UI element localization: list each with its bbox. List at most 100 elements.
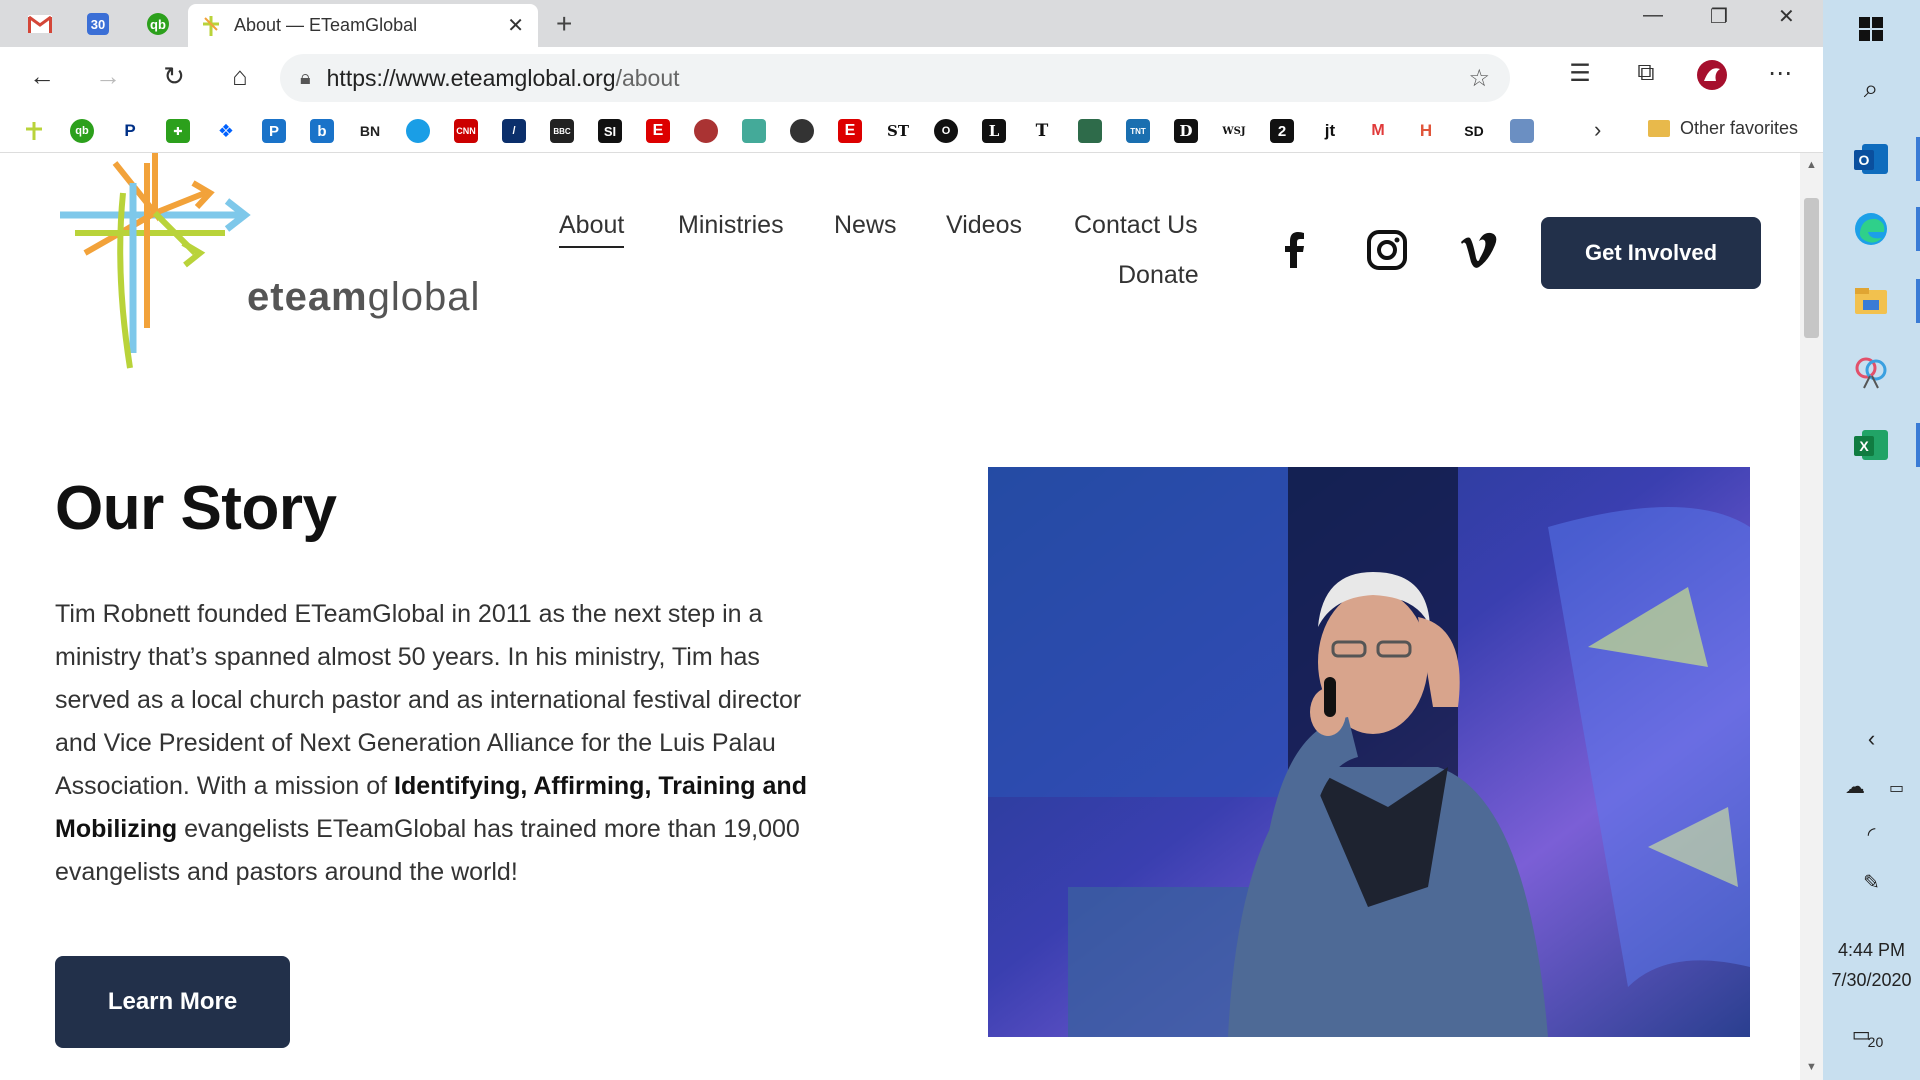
home-button[interactable]: ⌂ [220,61,260,92]
bookmark-b[interactable]: b [310,119,334,143]
show-hidden-icons-chevron-icon[interactable]: ‹ [1823,726,1920,752]
founder-speaking-photo [988,467,1750,1037]
bookmark-red-circle[interactable] [694,119,718,143]
learn-more-button[interactable]: Learn More [55,956,290,1048]
get-involved-button[interactable]: Get Involved [1541,217,1761,289]
svg-text:X: X [1859,438,1869,454]
battery-icon[interactable]: ▭ [1823,778,1920,798]
nav-ministries[interactable]: Ministries [678,211,784,240]
refresh-button[interactable]: ↻ [154,61,194,92]
notification-count: 20 [1867,1034,1884,1050]
settings-more-icon[interactable]: ⋯ [1760,59,1800,88]
start-button[interactable] [1848,6,1894,52]
bookmark-paypal[interactable]: P [118,119,142,143]
bookmark-tnt[interactable]: TNT [1126,119,1150,143]
web-page: eteamglobal About Ministries News Videos… [0,153,1800,1080]
bookmark-nyt[interactable]: T [1030,119,1054,143]
instagram-link[interactable] [1365,228,1409,272]
bookmark-dark-circle[interactable] [790,119,814,143]
edge-app[interactable] [1848,206,1894,252]
bookmark-sd[interactable]: SD [1462,119,1486,143]
scroll-down-arrow-icon[interactable]: ▼ [1806,1061,1817,1073]
other-favorites-folder[interactable]: Other favorites [1648,118,1798,139]
close-tab-icon[interactable]: ✕ [507,13,524,38]
bookmark-2[interactable]: 2 [1270,119,1294,143]
profile-avatar[interactable] [1692,59,1732,98]
clock-date[interactable]: 7/30/2020 [1823,970,1920,991]
add-favorite-star-icon[interactable]: ☆ [1468,64,1490,93]
file-explorer-app[interactable] [1848,278,1894,324]
nav-about[interactable]: About [559,211,625,248]
outlook-icon: O [1854,144,1888,174]
bookmark-d[interactable]: D [1174,119,1198,143]
folder-icon [1648,120,1670,137]
nav-donate[interactable]: Donate [1118,261,1199,290]
clock-time[interactable]: 4:44 PM [1823,940,1920,961]
nav-news[interactable]: News [834,211,897,240]
new-tab-button[interactable]: + [556,8,572,40]
bookmark-jt[interactable]: jt [1318,119,1342,143]
favorites-bar: qb P ✚ ❖ P b BN CNN / BBC SI E E ST O L … [0,109,1823,153]
svg-text:O: O [1859,152,1870,168]
restore-button[interactable]: ❐ [1710,4,1728,29]
bookmark-dropbox[interactable]: ❖ [214,119,238,143]
scrollbar-thumb[interactable] [1804,198,1819,338]
favorites-list-icon[interactable]: ☰ [1560,59,1600,88]
pen-icon[interactable]: ✎ [1823,870,1920,895]
bookmark-p[interactable]: P [262,119,286,143]
bookmark-teal[interactable] [742,119,766,143]
bookmark-l[interactable]: L [982,119,1006,143]
bookmark-green[interactable]: ✚ [166,119,190,143]
back-button[interactable]: ← [22,61,62,92]
facebook-link[interactable] [1273,228,1317,272]
bookmark-usatoday[interactable] [406,119,430,143]
calendar-icon: 30 [87,13,109,35]
snip-app[interactable] [1848,350,1894,396]
wifi-icon[interactable]: ◜ [1823,822,1920,847]
bookmark-quickbooks[interactable]: qb [70,119,94,143]
excel-app[interactable]: X [1848,422,1894,468]
bookmark-cnn[interactable]: CNN [454,119,478,143]
active-tab[interactable]: About — ETeamGlobal ✕ [188,4,538,47]
bookmark-news[interactable]: / [502,119,526,143]
bookmark-st[interactable]: ST [886,119,910,143]
action-center-button[interactable]: ▭ 20 [1823,1022,1920,1050]
gmail-icon [28,15,52,33]
page-title: Our Story [55,474,337,543]
pinned-tab-calendar[interactable]: 30 [76,6,120,42]
page-scrollbar[interactable]: ▲ ▼ [1800,153,1823,1080]
minimize-button[interactable]: — [1643,4,1663,27]
vimeo-link[interactable] [1457,228,1501,272]
cougar-profile-icon [1697,60,1727,90]
forward-button[interactable]: → [88,61,128,92]
tab-bar: 30 qb About — ETeamGlobal ✕ + — ❐ ✕ [0,0,1823,47]
bookmark-bn[interactable]: BN [358,119,382,143]
pinned-tab-gmail[interactable] [18,6,62,42]
address-toolbar: ← → ↻ ⌂ 🔒︎ https://www.eteamglobal.org/a… [0,47,1823,109]
bookmark-h[interactable]: H [1414,119,1438,143]
bookmark-si[interactable]: SI [598,119,622,143]
calendar-day: 30 [90,16,106,32]
site-logo[interactable]: eteamglobal [55,153,479,373]
bookmark-green-2[interactable] [1078,119,1102,143]
outlook-app[interactable]: O [1848,136,1894,182]
search-icon[interactable]: ⌕ [1848,66,1894,112]
bookmark-blue[interactable] [1510,119,1534,143]
bookmark-eteam[interactable] [22,119,46,143]
bookmark-o[interactable]: O [934,119,958,143]
scroll-up-arrow-icon[interactable]: ▲ [1806,159,1817,171]
nav-videos[interactable]: Videos [946,211,1022,240]
favorites-overflow-chevron-icon[interactable]: › [1594,117,1601,143]
bookmark-m[interactable]: M [1366,119,1390,143]
url-field[interactable]: 🔒︎ https://www.eteamglobal.org/about ☆ [280,54,1510,102]
bookmark-bbc[interactable]: BBC [550,119,574,143]
bookmark-espn[interactable]: E [646,119,670,143]
founder-photo [988,467,1750,1037]
close-window-button[interactable]: ✕ [1778,4,1795,29]
nav-contact-us[interactable]: Contact Us [1074,211,1198,240]
bookmark-wsj[interactable]: WSJ [1222,119,1246,143]
collections-icon[interactable]: ⧉ [1626,59,1666,87]
pinned-tab-quickbooks[interactable]: qb [136,6,180,42]
tab-title: About — ETeamGlobal [234,15,418,35]
bookmark-espn-2[interactable]: E [838,119,862,143]
